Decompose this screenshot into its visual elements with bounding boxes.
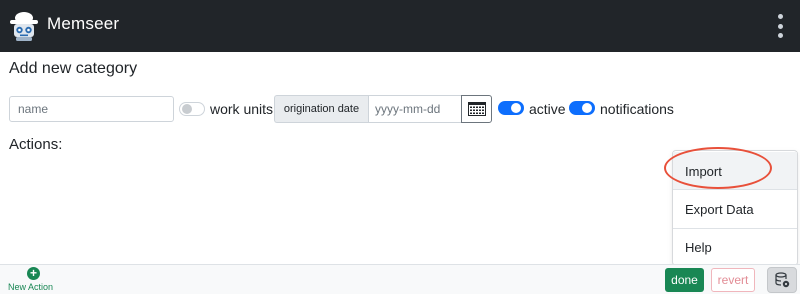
done-button[interactable]: done [665,268,704,292]
work-units-toggle[interactable] [179,102,205,116]
app-header: Memseer [0,0,800,52]
app-title: Memseer [47,14,120,33]
notifications-label: notifications [600,101,674,117]
new-action-label: New Action [8,282,54,292]
kebab-menu-icon[interactable] [776,14,784,38]
calendar-button[interactable] [461,95,492,123]
menu-item-help[interactable]: Help [673,228,797,266]
active-toggle[interactable] [498,101,524,115]
origination-date-input[interactable] [368,95,461,123]
revert-button[interactable]: revert [711,268,755,292]
plus-circle-icon: + [27,267,40,280]
database-settings-button[interactable] [767,267,797,293]
name-input[interactable] [9,96,174,122]
toggle-knob [511,103,521,113]
origination-date-group: origination date [274,95,492,123]
new-action-button[interactable]: + New Action [8,266,60,294]
page-title: Add new category [9,60,138,77]
active-label: active [529,101,566,117]
origination-date-label: origination date [274,95,368,123]
dropdown-menu: Import Export Data Help [672,150,798,266]
menu-item-export-data[interactable]: Export Data [673,190,797,228]
actions-heading: Actions: [9,136,63,153]
notifications-toggle[interactable] [569,101,595,115]
toggle-knob [582,103,592,113]
menu-item-import[interactable]: Import [673,152,797,190]
work-units-label: work units [210,101,274,117]
calendar-icon [467,102,486,116]
database-settings-icon [775,272,790,288]
toggle-knob [182,104,192,114]
robot-logo-icon[interactable] [7,9,41,43]
